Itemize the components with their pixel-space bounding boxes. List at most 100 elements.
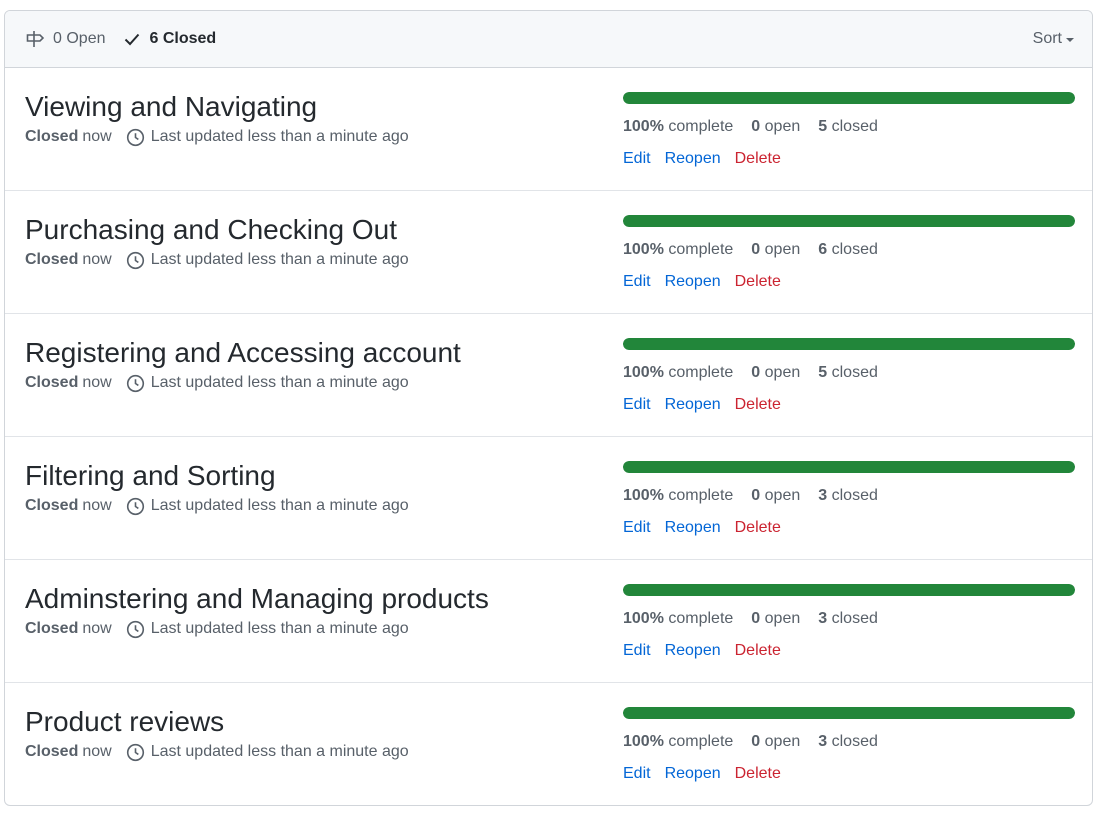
- milestone-item: Adminstering and Managing products Close…: [5, 560, 1092, 683]
- closed-issues[interactable]: 3 closed: [818, 733, 878, 751]
- open-value: 0: [751, 241, 761, 258]
- closed-issues[interactable]: 5 closed: [818, 364, 878, 382]
- open-issues[interactable]: 0 open: [751, 364, 800, 382]
- closed-word: closed: [831, 487, 878, 504]
- milestone-closed-time: now: [82, 497, 112, 515]
- clock-icon: [126, 743, 145, 762]
- closed-issues[interactable]: 5 closed: [818, 118, 878, 136]
- open-issues[interactable]: 0 open: [751, 733, 800, 751]
- open-word: open: [764, 364, 801, 381]
- clock-icon: [126, 251, 145, 270]
- percent-value: 100%: [623, 241, 664, 258]
- milestone-closed-time: now: [82, 620, 112, 638]
- closed-issues[interactable]: 6 closed: [818, 241, 878, 259]
- milestone-title[interactable]: Product reviews: [25, 705, 409, 739]
- reopen-link[interactable]: Reopen: [665, 642, 721, 660]
- progress-bar: [623, 461, 1075, 473]
- milestone-meta: Closed now Last updated less than a minu…: [25, 497, 409, 516]
- percent-value: 100%: [623, 118, 664, 135]
- milestone-stats: 100% complete 0 open 3 closed: [623, 487, 1075, 505]
- open-milestones-link[interactable]: 0 Open: [25, 29, 105, 49]
- reopen-link[interactable]: Reopen: [665, 150, 721, 168]
- milestone-state: Closed: [25, 620, 79, 638]
- open-word: open: [764, 487, 801, 504]
- closed-value: 5: [818, 364, 828, 381]
- open-word: open: [764, 610, 801, 627]
- closed-value: 5: [818, 118, 828, 135]
- progress-fill: [623, 584, 1075, 596]
- reopen-link[interactable]: Reopen: [665, 396, 721, 414]
- closed-word: closed: [831, 241, 878, 258]
- reopen-link[interactable]: Reopen: [665, 765, 721, 783]
- progress-fill: [623, 461, 1075, 473]
- open-word: open: [764, 241, 801, 258]
- closed-issues[interactable]: 3 closed: [818, 610, 878, 628]
- progress-bar: [623, 584, 1075, 596]
- closed-count-label: 6 Closed: [149, 30, 217, 47]
- milestone-meta: Closed now Last updated less than a minu…: [25, 374, 461, 393]
- edit-link[interactable]: Edit: [623, 273, 651, 291]
- edit-link[interactable]: Edit: [623, 519, 651, 537]
- milestone-actions: Edit Reopen Delete: [623, 150, 1075, 168]
- percent-value: 100%: [623, 610, 664, 627]
- edit-link[interactable]: Edit: [623, 642, 651, 660]
- edit-link[interactable]: Edit: [623, 396, 651, 414]
- delete-link[interactable]: Delete: [735, 765, 781, 783]
- milestone-updated: Last updated less than a minute ago: [150, 128, 409, 146]
- milestone-item: Purchasing and Checking Out Closed now L…: [5, 191, 1092, 314]
- open-value: 0: [751, 118, 761, 135]
- milestone-updated: Last updated less than a minute ago: [150, 251, 409, 269]
- milestone-title[interactable]: Filtering and Sorting: [25, 459, 409, 493]
- milestone-stats: 100% complete 0 open 5 closed: [623, 118, 1075, 136]
- delete-link[interactable]: Delete: [735, 519, 781, 537]
- milestone-title[interactable]: Viewing and Navigating: [25, 90, 409, 124]
- milestone-title[interactable]: Purchasing and Checking Out: [25, 213, 409, 247]
- open-issues[interactable]: 0 open: [751, 241, 800, 259]
- clock-icon: [126, 497, 145, 516]
- milestone-stats: 100% complete 0 open 5 closed: [623, 364, 1075, 382]
- edit-link[interactable]: Edit: [623, 765, 651, 783]
- open-issues[interactable]: 0 open: [751, 118, 800, 136]
- percent-word: complete: [668, 733, 734, 750]
- delete-link[interactable]: Delete: [735, 273, 781, 291]
- milestone-meta: Closed now Last updated less than a minu…: [25, 743, 409, 762]
- percent-value: 100%: [623, 364, 664, 381]
- milestone-item: Product reviews Closed now Last updated …: [5, 683, 1092, 805]
- closed-word: closed: [831, 364, 878, 381]
- percent-value: 100%: [623, 733, 664, 750]
- edit-link[interactable]: Edit: [623, 150, 651, 168]
- progress-bar: [623, 92, 1075, 104]
- milestone-actions: Edit Reopen Delete: [623, 765, 1075, 783]
- milestone-title[interactable]: Registering and Accessing account: [25, 336, 461, 370]
- closed-issues[interactable]: 3 closed: [818, 487, 878, 505]
- closed-milestones-link[interactable]: 6 Closed: [123, 30, 216, 48]
- progress-fill: [623, 215, 1075, 227]
- percent-word: complete: [668, 364, 734, 381]
- percent-word: complete: [668, 241, 734, 258]
- milestone-state: Closed: [25, 128, 79, 146]
- milestone-state: Closed: [25, 251, 79, 269]
- reopen-link[interactable]: Reopen: [665, 519, 721, 537]
- milestone-closed-time: now: [82, 374, 112, 392]
- milestone-list: Viewing and Navigating Closed now Last u…: [5, 68, 1092, 805]
- milestone-actions: Edit Reopen Delete: [623, 642, 1075, 660]
- sort-dropdown[interactable]: Sort: [1033, 30, 1074, 48]
- milestones-box: 0 Open 6 Closed Sort Viewing and Navigat…: [4, 10, 1093, 806]
- milestone-title[interactable]: Adminstering and Managing products: [25, 582, 489, 616]
- milestone-meta: Closed now Last updated less than a minu…: [25, 128, 409, 147]
- delete-link[interactable]: Delete: [735, 396, 781, 414]
- milestone-state: Closed: [25, 743, 79, 761]
- open-value: 0: [751, 487, 761, 504]
- milestone-updated: Last updated less than a minute ago: [150, 374, 409, 392]
- milestone-closed-time: now: [82, 128, 112, 146]
- open-issues[interactable]: 0 open: [751, 487, 800, 505]
- delete-link[interactable]: Delete: [735, 642, 781, 660]
- clock-icon: [126, 128, 145, 147]
- percent-word: complete: [668, 487, 734, 504]
- milestone-updated: Last updated less than a minute ago: [150, 743, 409, 761]
- clock-icon: [126, 374, 145, 393]
- clock-icon: [126, 620, 145, 639]
- reopen-link[interactable]: Reopen: [665, 273, 721, 291]
- open-issues[interactable]: 0 open: [751, 610, 800, 628]
- delete-link[interactable]: Delete: [735, 150, 781, 168]
